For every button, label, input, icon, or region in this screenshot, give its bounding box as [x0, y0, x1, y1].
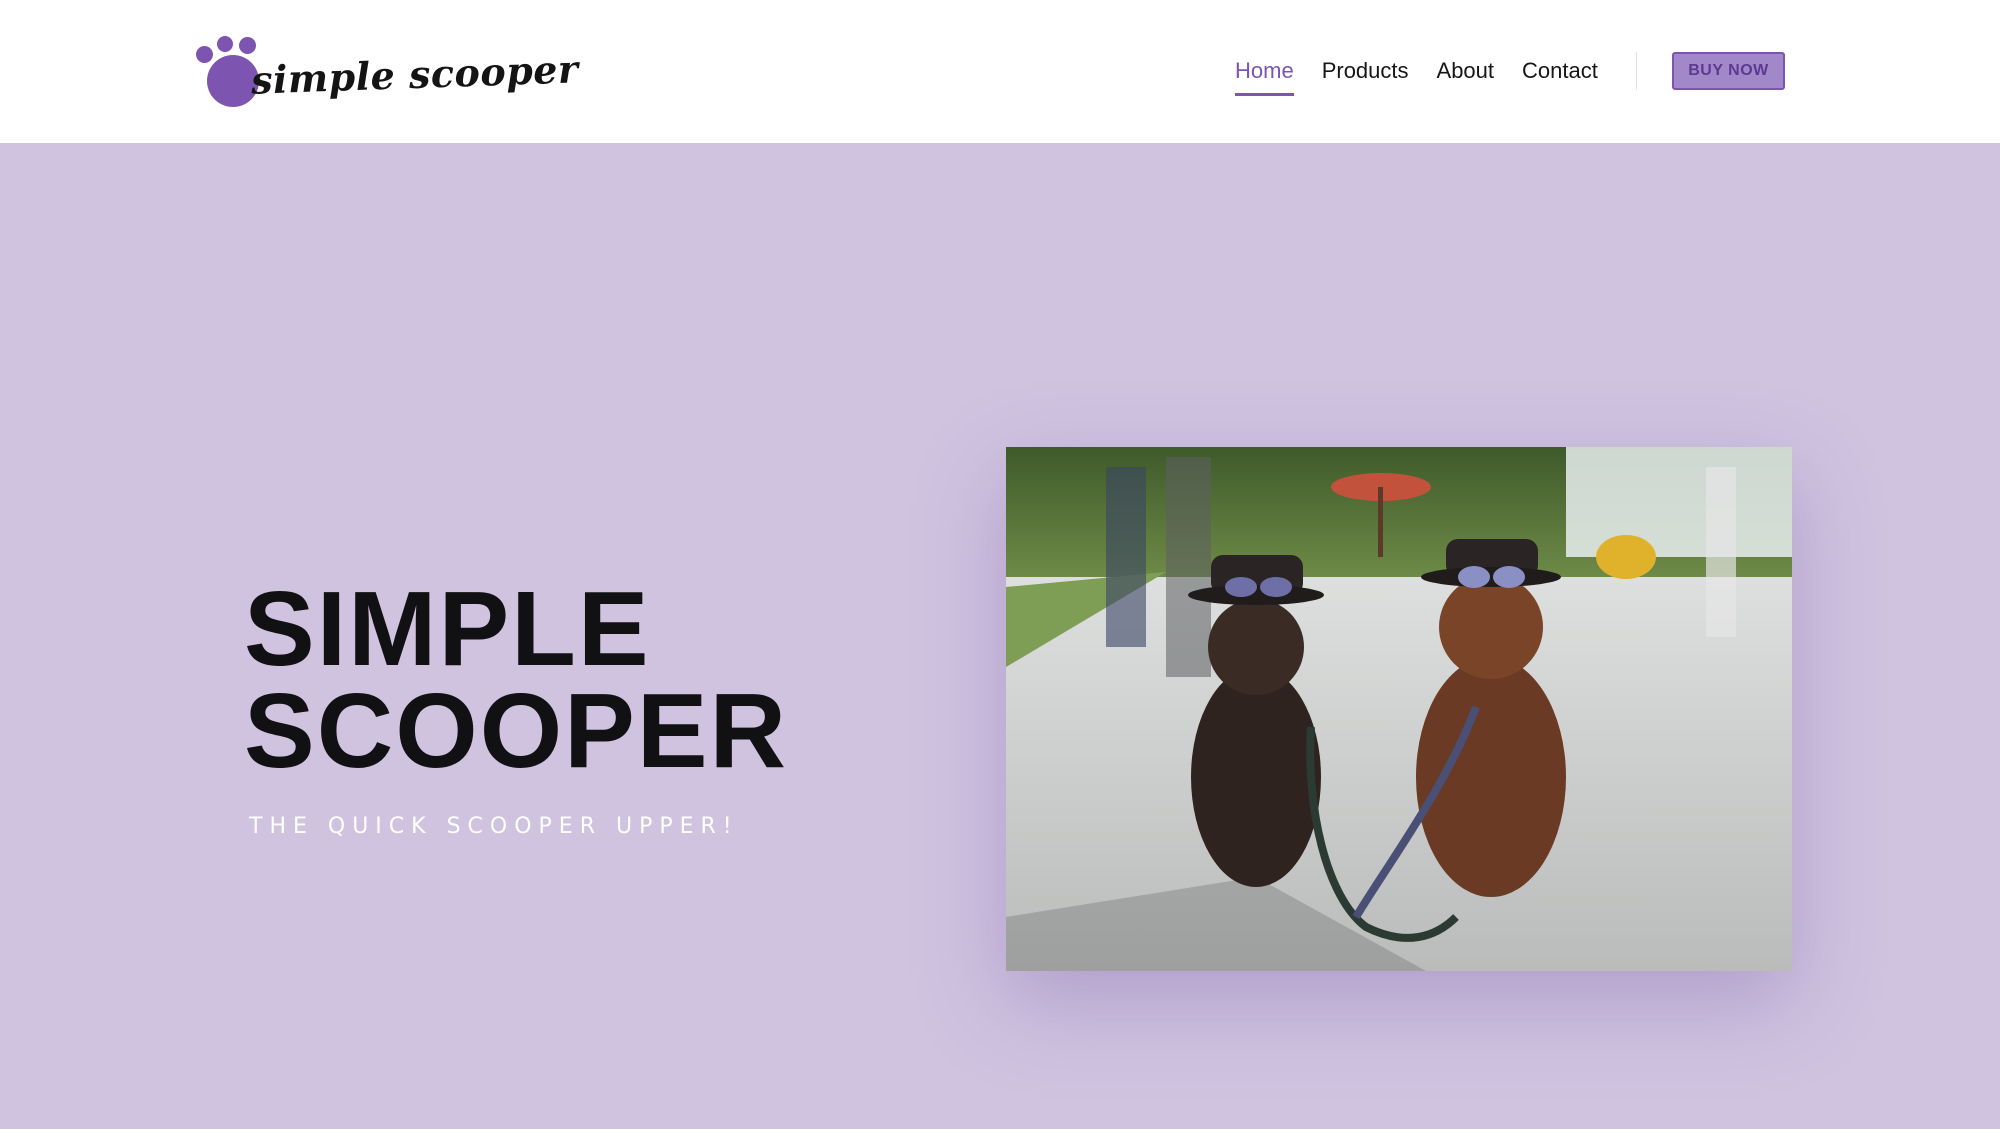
buy-now-button[interactable]: BUY NOW	[1672, 52, 1785, 90]
nav-item-contact[interactable]: Contact	[1522, 58, 1598, 93]
nav-item-products[interactable]: Products	[1322, 58, 1409, 93]
nav-item-home[interactable]: Home	[1235, 58, 1294, 96]
hero-subtitle: THE QUICK SCOOPER UPPER!	[249, 814, 739, 839]
hero-title-line2: SCOOPER	[244, 672, 789, 790]
logo-text: simple scooper	[250, 46, 580, 103]
main-nav: Home Products About Contact	[1235, 58, 1626, 98]
site-header: simple scooper Home Products About Conta…	[0, 0, 2000, 143]
hero-photo	[1006, 447, 1792, 971]
logo[interactable]: simple scooper	[195, 34, 579, 114]
nav-divider	[1636, 52, 1637, 90]
nav-item-about[interactable]: About	[1437, 58, 1495, 93]
hero-title-line1: SIMPLE	[244, 570, 651, 688]
hero-title: SIMPLE SCOOPER	[244, 570, 789, 790]
poodles-image	[1006, 447, 1792, 971]
